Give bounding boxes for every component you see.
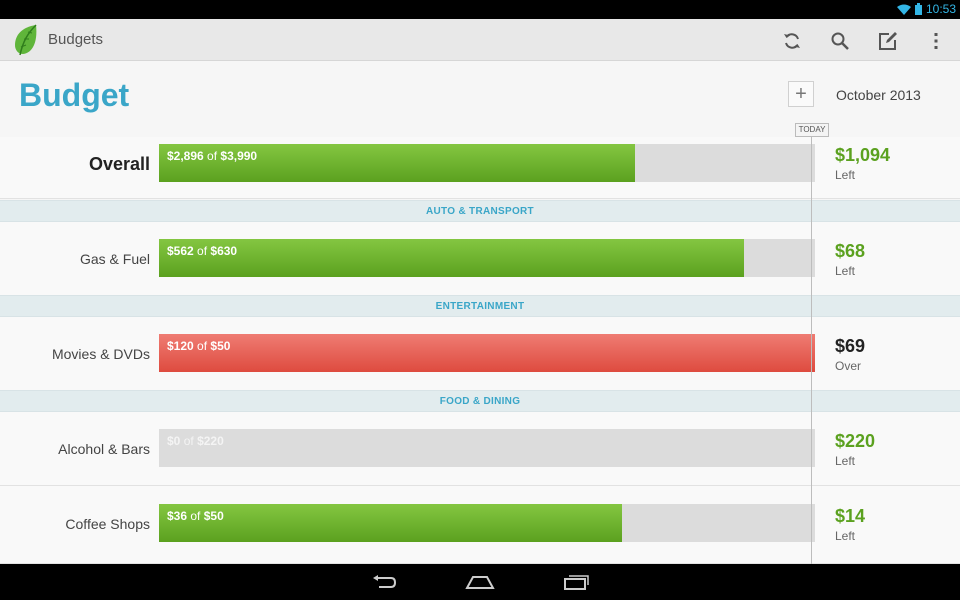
wifi-icon xyxy=(896,4,911,15)
of-text: of xyxy=(197,339,208,353)
budget-row[interactable]: Movies & DVDs $120 of $50 $69 Over xyxy=(0,317,960,391)
row-label: Overall xyxy=(88,154,150,174)
progress-bar-track: $36 of $50 xyxy=(159,504,815,542)
overflow-menu-icon xyxy=(934,33,938,49)
bar-label: $562 of $630 xyxy=(167,244,237,258)
section-header: ENTERTAINMENT xyxy=(0,295,960,317)
progress-bar-fill xyxy=(159,504,623,542)
remaining-amount: $14 xyxy=(835,506,866,526)
section-header: AUTO & TRANSPORT xyxy=(0,200,960,222)
search-button[interactable] xyxy=(826,27,854,55)
overflow-menu-button[interactable] xyxy=(922,27,950,55)
spent-amount: $0 xyxy=(167,434,181,448)
row-label: Movies & DVDs xyxy=(51,346,150,362)
budget-row[interactable]: Alcohol & Bars $0 of $220 $220 Left xyxy=(0,412,960,486)
app-title: Budgets xyxy=(48,31,104,48)
progress-bar-fill xyxy=(159,239,745,277)
over-amount: $69 xyxy=(835,336,866,356)
add-budget-button[interactable]: + xyxy=(788,81,814,107)
remaining-amount: $68 xyxy=(835,241,866,261)
progress-bar-track: $0 of $220 xyxy=(159,429,815,467)
of-text: of xyxy=(197,244,208,258)
edit-icon xyxy=(879,32,897,50)
action-bar: Budgets xyxy=(0,19,960,61)
budget-amount: $220 xyxy=(197,434,224,448)
budget-row[interactable]: Gas & Fuel $562 of $630 $68 Left xyxy=(0,222,960,296)
today-marker: TODAY xyxy=(795,123,829,137)
sync-button[interactable] xyxy=(778,27,806,55)
edit-button[interactable] xyxy=(874,27,902,55)
progress-bar-fill xyxy=(159,334,815,372)
spent-amount: $120 xyxy=(167,339,194,353)
budget-amount: $50 xyxy=(203,509,224,523)
page-title: Budget xyxy=(19,77,130,113)
budget-amount: $50 xyxy=(210,339,231,353)
bar-label: $120 of $50 xyxy=(167,339,230,353)
of-text: of xyxy=(207,149,218,163)
remaining-status: Left xyxy=(835,264,856,278)
section-header: FOOD & DINING xyxy=(0,390,960,412)
row-label: Gas & Fuel xyxy=(79,251,150,267)
remaining-amount: $1,094 xyxy=(835,145,891,165)
remaining-amount: $220 xyxy=(835,431,876,451)
budget-amount: $630 xyxy=(210,244,238,258)
spent-amount: $36 xyxy=(167,509,188,523)
recent-apps-button[interactable] xyxy=(561,570,591,594)
navigation-bar xyxy=(0,564,960,600)
back-icon xyxy=(373,575,397,588)
remaining-status: Left xyxy=(835,529,856,543)
overall-row[interactable]: Overall $2,896 of $3,990 $1,094 Left xyxy=(0,137,960,199)
today-line xyxy=(811,137,812,564)
status-icons: 10:53 xyxy=(896,2,956,16)
bar-label: $36 of $50 xyxy=(167,509,224,523)
recent-apps-icon xyxy=(564,575,589,590)
spent-amount: $2,896 xyxy=(167,149,204,163)
month-selector[interactable]: October 2013 xyxy=(836,87,921,103)
sync-icon xyxy=(784,33,800,49)
of-text: of xyxy=(183,434,194,448)
progress-bar-track: $120 of $50 xyxy=(159,334,815,372)
budget-row[interactable]: Coffee Shops $36 of $50 $14 Left xyxy=(0,486,960,564)
bar-label: $2,896 of $3,990 xyxy=(167,149,257,163)
progress-bar-track: $2,896 of $3,990 xyxy=(159,144,815,182)
progress-bar-track: $562 of $630 xyxy=(159,239,815,277)
battery-icon xyxy=(914,3,922,15)
back-button[interactable] xyxy=(369,570,399,594)
home-button[interactable] xyxy=(465,570,495,594)
status-bar: 10:53 xyxy=(0,0,960,19)
budget-amount: $3,990 xyxy=(220,149,258,163)
row-label: Coffee Shops xyxy=(65,516,150,532)
home-icon xyxy=(465,576,495,589)
search-icon xyxy=(831,32,849,50)
app-logo-icon[interactable] xyxy=(12,23,40,57)
row-label: Alcohol & Bars xyxy=(58,441,150,457)
status-clock: 10:53 xyxy=(925,2,956,16)
remaining-status: Left xyxy=(835,454,856,468)
over-status: Over xyxy=(835,359,862,373)
budget-content: Budget + October 2013 TODAY Overall $2,8… xyxy=(0,61,960,564)
of-text: of xyxy=(190,509,201,523)
spent-amount: $562 xyxy=(167,244,194,258)
bar-label: $0 of $220 xyxy=(167,434,224,448)
remaining-status: Left xyxy=(835,168,856,182)
